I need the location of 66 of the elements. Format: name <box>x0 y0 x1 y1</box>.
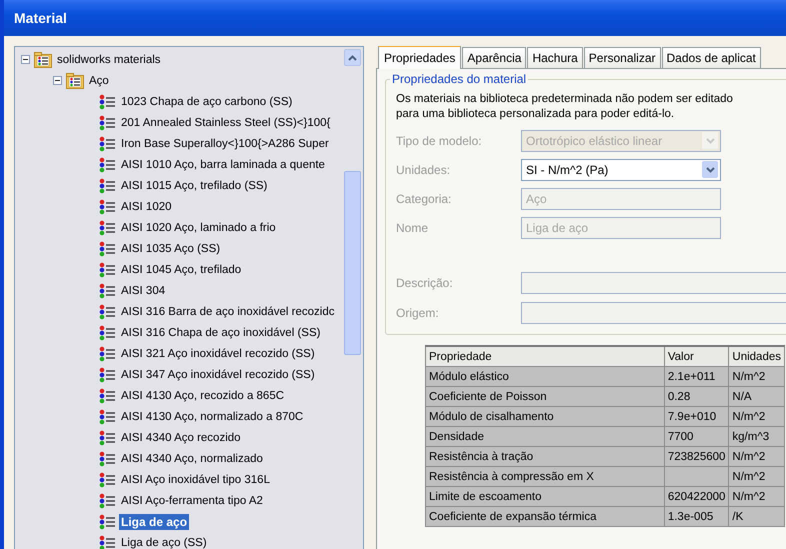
tree-item[interactable]: AISI 1015 Aço, trefilado (SS) <box>119 178 270 192</box>
tree-item[interactable]: AISI 316 Chapa de aço inoxidável (SS) <box>119 326 322 340</box>
tab[interactable]: Personalizar <box>584 47 660 68</box>
column-header[interactable]: Unidades <box>728 346 784 366</box>
tree-item[interactable]: AISI Aço inoxidável tipo 316L <box>119 472 272 486</box>
table-cell: 1.3e-005 <box>664 506 729 526</box>
tree-item[interactable]: AISI 1035 Aço (SS) <box>119 242 222 256</box>
tree-item[interactable]: 1023 Chapa de aço carbono (SS) <box>119 94 294 108</box>
tree-item[interactable]: Liga de aço (SS) <box>119 536 209 549</box>
table-cell: Densidade <box>426 426 664 446</box>
table-cell: 0.28 <box>664 386 729 406</box>
tree-item[interactable]: 201 Annealed Stainless Steel (SS)<}100{ <box>119 116 332 130</box>
table-cell: N/m^2 <box>728 406 784 426</box>
tree-item[interactable]: AISI 1045 Aço, trefilado <box>119 262 244 276</box>
tab[interactable]: Aparência <box>462 47 526 68</box>
dropdown[interactable]: SI - N/m^2 (Pa) <box>521 158 721 180</box>
group-title: Propriedades do material <box>390 72 528 86</box>
tree-item[interactable]: AISI 4130 Aço, normalizado a 870C <box>119 410 306 424</box>
info-text: para uma biblioteca personalizada para poder editá-lo. <box>396 107 676 122</box>
info-text: Os materiais na biblioteca predeterminada não podem ser editado <box>396 92 734 107</box>
table-cell: Coeficiente de expansão térmica <box>426 506 664 526</box>
tab[interactable]: Hachura <box>527 47 583 68</box>
table-cell: Módulo elástico <box>426 366 664 386</box>
table-cell: 620422000 <box>664 486 729 506</box>
column-header[interactable]: Propriedade <box>426 346 664 366</box>
tab[interactable]: Dados de aplicat <box>662 47 761 68</box>
tree-item[interactable]: AISI 1020 <box>119 200 174 214</box>
tree-item[interactable]: AISI Aço-ferramenta tipo A2 <box>119 494 265 508</box>
window-title: Material <box>14 10 67 26</box>
field-label: Origem: <box>396 306 440 320</box>
table-cell: Módulo de cisalhamento <box>426 406 664 426</box>
table-cell: Resistência à tração <box>426 446 664 466</box>
table-cell: N/A <box>728 386 784 406</box>
tree-item[interactable]: AISI 4340 Aço, normalizado <box>119 452 265 466</box>
table-cell: Limite de escoamento <box>426 486 664 506</box>
table-cell: N/m^2 <box>728 366 784 386</box>
field-label: Categoria: <box>396 192 452 206</box>
table-cell: Coeficiente de Poisson <box>426 386 664 406</box>
field-label: Unidades: <box>396 162 452 176</box>
field-label: Nome <box>396 220 430 234</box>
tree-item[interactable]: AISI 4340 Aço recozido <box>119 430 243 444</box>
field-label: Tipo de modelo: <box>396 134 483 148</box>
tree-item[interactable]: AISI 1020 Aço, laminado a frio <box>119 220 278 234</box>
table-cell: N/m^2 <box>728 466 784 486</box>
table-cell: N/m^2 <box>728 486 784 506</box>
tree-item[interactable]: AISI 304 <box>119 284 168 298</box>
tree-item[interactable]: AISI 4130 Aço, recozido a 865C <box>119 388 286 402</box>
table-cell: N/m^2 <box>728 446 784 466</box>
table-cell: 2.1e+011 <box>664 366 729 386</box>
tree-item[interactable]: AISI 1010 Aço, barra laminada a quente <box>119 158 327 172</box>
column-header[interactable]: Valor <box>664 346 729 366</box>
tree-item[interactable]: Liga de aço <box>119 514 190 530</box>
field-label: Descrição: <box>396 276 454 290</box>
tree-item[interactable]: AISI 347 Aço inoxidável recozido (SS) <box>119 368 317 382</box>
table-cell: Resistência à compressão em X <box>426 466 664 486</box>
tree-item[interactable]: solidworks materials <box>55 52 163 66</box>
tree-item[interactable]: AISI 321 Aço inoxidável recozido (SS) <box>119 346 317 360</box>
tree-item[interactable]: AISI 316 Barra de aço inoxidável recozidc <box>119 304 337 318</box>
tree-item[interactable]: Aço <box>87 74 111 88</box>
tree-item[interactable]: Iron Base Superalloy<}100{>A286 Super <box>119 136 331 150</box>
table-cell: 7.9e+010 <box>664 406 729 426</box>
table-cell: /K <box>728 506 784 526</box>
table-cell: 7700 <box>664 426 729 446</box>
tab[interactable]: Propriedades <box>378 46 462 69</box>
table-cell: 723825600 <box>664 446 729 466</box>
table-cell: kg/m^3 <box>728 426 784 446</box>
